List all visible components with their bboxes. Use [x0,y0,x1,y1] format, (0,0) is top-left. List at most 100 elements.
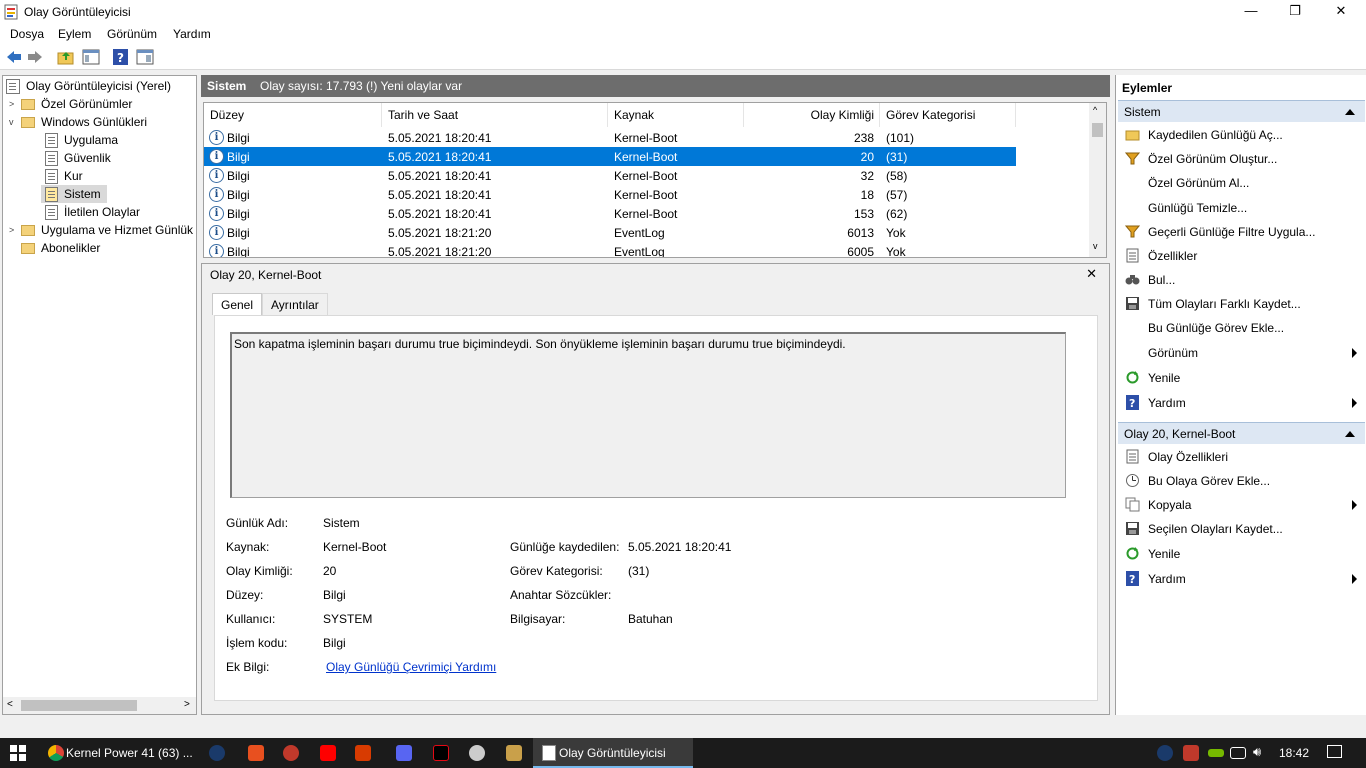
security-tray-icon[interactable] [1183,745,1199,761]
close-icon[interactable]: ✕ [1086,266,1097,282]
scroll-left-icon[interactable]: < [7,699,13,710]
tree-item-setup[interactable]: Kur [45,167,85,185]
chrome-task[interactable]: Kernel Power 41 (63) ... [40,738,198,768]
action-item[interactable]: Seçilen Olayları Kaydet... [1118,518,1365,540]
column-task-category[interactable]: Görev Kategorisi [880,103,1016,127]
network-icon[interactable] [1230,747,1246,759]
action-item[interactable]: Kopyala [1118,494,1365,516]
table-row[interactable]: i Bilgi 5.05.2021 18:20:41 Kernel-Boot 238 (1… [204,128,1016,147]
action-item[interactable]: Bul... [1118,269,1365,291]
horizontal-scrollbar[interactable]: < > [3,697,196,714]
table-row[interactable]: i Bilgi 5.05.2021 18:20:41 Kernel-Boot 153 (6… [204,204,1016,223]
tab-general[interactable]: Genel [212,293,263,315]
tree-item-app-service-logs[interactable]: > Uygulama ve Hizmet Günlük [9,221,195,239]
copy-icon [1125,497,1140,512]
table-row[interactable]: i Bilgi 5.05.2021 18:21:20 EventLog 6013 Yok [204,223,1016,242]
info-icon: i [209,187,224,202]
table-row[interactable]: i Bilgi 5.05.2021 18:21:20 EventLog 6005 Yok [204,242,1016,258]
youtube-icon[interactable] [320,745,336,761]
close-button[interactable]: ✕ [1318,0,1364,24]
vpn-icon[interactable] [283,745,299,761]
tree-item-root[interactable]: Olay Görüntüleyicisi (Yerel) [6,77,173,95]
notification-icon[interactable] [1327,745,1342,758]
scroll-thumb[interactable] [21,700,137,711]
tree-item-windows-logs[interactable]: v Windows Günlükleri [9,113,149,131]
cell-level: Bilgi [227,207,250,221]
column-level[interactable]: Düzey [204,103,382,127]
vertical-scrollbar[interactable]: ^ v [1089,103,1106,257]
action-item[interactable]: Kaydedilen Günlüğü Aç... [1118,124,1365,146]
action-item[interactable]: Bu Günlüğe Görev Ekle... [1118,317,1365,339]
tree-item-forwarded[interactable]: İletilen Olaylar [45,203,142,221]
action-item[interactable]: Olay Özellikleri [1118,446,1365,468]
tree-item-security[interactable]: Güvenlik [45,149,113,167]
action-item[interactable]: ? Yardım [1118,392,1365,414]
tab-details[interactable]: Ayrıntılar [262,293,328,315]
action-item[interactable]: Günlüğü Temizle... [1118,197,1365,219]
online-help-link[interactable]: Olay Günlüğü Çevrimiçi Yardımı [326,660,496,674]
action-item[interactable]: Özel Görünüm Al... [1118,172,1365,194]
action-item[interactable]: ? Yardım [1118,568,1365,590]
discord-icon[interactable] [396,745,412,761]
folder-up-icon[interactable] [57,49,75,65]
app-icon[interactable] [469,745,485,761]
office-icon[interactable] [355,745,371,761]
event-description[interactable]: Son kapatma işleminin başarı durumu true… [230,332,1066,498]
help-icon[interactable]: ? [112,49,130,65]
back-arrow-icon[interactable] [5,49,23,65]
action-item[interactable]: Yenile [1118,543,1365,565]
explorer-icon[interactable] [506,745,522,761]
action-item[interactable]: Özellikler [1118,245,1365,267]
console-tree-icon[interactable] [82,49,100,65]
cell-event-id: 6005 [847,245,874,258]
scroll-right-icon[interactable]: > [184,699,190,710]
tree-item-application[interactable]: Uygulama [45,131,120,149]
action-item[interactable]: Yenile [1118,367,1365,389]
action-item[interactable]: Tüm Olayları Farklı Kaydet... [1118,293,1365,315]
column-date[interactable]: Tarih ve Saat [382,103,608,127]
cell-source: Kernel-Boot [614,207,678,221]
label-keywords: Anahtar Sözcükler: [510,588,612,602]
value-computer: Batuhan [628,612,673,626]
nvidia-tray-icon[interactable] [1208,749,1224,757]
cell-event-id: 32 [860,169,874,183]
collapse-icon[interactable] [1345,431,1355,437]
scroll-up-icon[interactable]: ^ [1093,105,1097,115]
section-system[interactable]: Sistem [1118,100,1365,122]
minimize-button[interactable]: — [1228,0,1274,24]
netflix-icon[interactable] [433,745,449,761]
action-item[interactable]: Bu Olaya Görev Ekle... [1118,470,1365,492]
menu-view[interactable]: Görünüm [107,27,157,41]
action-pane-icon[interactable] [136,49,154,65]
scroll-thumb[interactable] [1092,123,1103,137]
steam-icon[interactable] [209,745,225,761]
scroll-down-icon[interactable]: v [1093,241,1098,251]
volume-icon[interactable]: 🔊︎ [1253,744,1261,760]
menu-help[interactable]: Yardım [173,27,211,41]
table-row[interactable]: i Bilgi 5.05.2021 18:20:41 Kernel-Boot 20 (31… [204,147,1016,166]
tree-item-custom-views[interactable]: > Özel Görünümler [9,95,134,113]
windows-start-icon[interactable] [10,745,26,761]
event-viewer-task[interactable]: Olay Görüntüleyicisi [533,738,693,768]
menu-action[interactable]: Eylem [58,27,91,41]
expand-icon[interactable]: > [9,99,19,109]
menu-file[interactable]: Dosya [10,27,44,41]
action-item[interactable]: Geçerli Günlüğe Filtre Uygula... [1118,221,1365,243]
forward-arrow-icon[interactable] [26,49,44,65]
expand-icon[interactable]: > [9,225,19,235]
action-item[interactable]: Özel Görünüm Oluştur... [1118,148,1365,170]
column-source[interactable]: Kaynak [608,103,744,127]
steam-tray-icon[interactable] [1157,745,1173,761]
column-event-id[interactable]: Olay Kimliği [744,103,880,127]
action-item[interactable]: Görünüm [1118,342,1365,364]
table-row[interactable]: i Bilgi 5.05.2021 18:20:41 Kernel-Boot 18 (57… [204,185,1016,204]
collapse-icon[interactable]: v [9,117,19,127]
table-row[interactable]: i Bilgi 5.05.2021 18:20:41 Kernel-Boot 32 (58… [204,166,1016,185]
clock[interactable]: 18:42 [1279,746,1309,760]
tree-item-system[interactable]: Sistem [41,185,107,203]
tree-item-subscriptions[interactable]: Abonelikler [21,239,102,257]
section-event[interactable]: Olay 20, Kernel-Boot [1118,422,1365,444]
ccleaner-icon[interactable] [248,745,264,761]
maximize-button[interactable]: ❐ [1272,0,1318,24]
collapse-icon[interactable] [1345,109,1355,115]
